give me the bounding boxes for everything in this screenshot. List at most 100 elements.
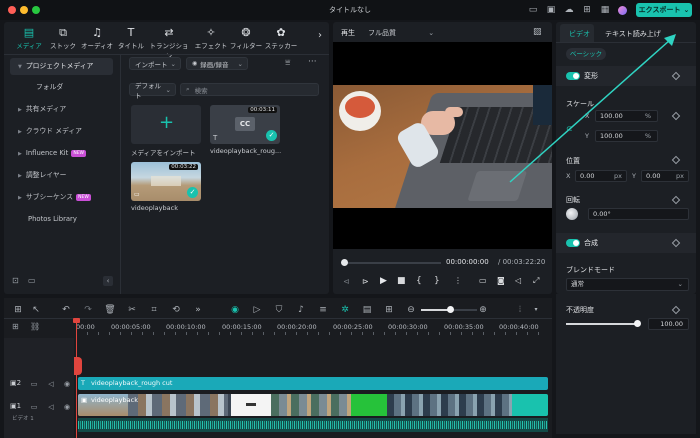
tab-stock[interactable]: ⧉ ストック <box>44 26 82 54</box>
layout-icon[interactable]: ▭ <box>528 5 538 15</box>
folder-icon[interactable]: ▭ <box>29 379 39 389</box>
rotation-dial[interactable] <box>566 208 578 220</box>
more-icon[interactable]: ⋮ <box>454 276 462 285</box>
sidebar-item-cloud-media[interactable]: ▶ クラウド メディア <box>10 123 113 140</box>
undo-icon[interactable]: ↶ <box>60 304 72 316</box>
search-input[interactable]: ⌕ 検索 <box>180 83 319 96</box>
camera-icon[interactable]: ◙ <box>497 276 505 285</box>
microphone-icon[interactable]: ♪ <box>295 304 307 316</box>
eye-icon[interactable]: ◉ <box>62 402 72 412</box>
media-item-rough-cut[interactable]: 00:03:11 CC T ✓ <box>210 105 280 144</box>
cut-icon[interactable]: ✂ <box>126 304 138 316</box>
sidebar-item-adjustment-layer[interactable]: ▶ 調整レイヤー <box>10 167 113 184</box>
delete-icon[interactable]: 🗑 <box>104 304 116 316</box>
collapse-sidebar-button[interactable]: ‹ <box>103 276 113 286</box>
duration-badge: 00:03:22 <box>169 164 198 170</box>
auto-ripple-icon[interactable]: ◉ <box>229 304 241 316</box>
quality-dropdown[interactable]: フル品質 ⌄ <box>368 28 434 38</box>
cloud-upload-icon[interactable]: ☁ <box>564 5 574 15</box>
list-icon[interactable]: ≡ <box>317 304 329 316</box>
sidebar-item-influence-kit[interactable]: ▶ Influence Kit NEW <box>10 145 113 162</box>
add-track-icon[interactable]: ⊞ <box>12 322 19 331</box>
speaker-icon[interactable]: ◁ <box>46 379 56 389</box>
audio-waveform[interactable] <box>78 418 548 432</box>
speed-icon[interactable]: ⟲ <box>170 304 182 316</box>
save-icon[interactable]: ▣ <box>546 5 556 15</box>
import-media-tile[interactable]: + <box>131 105 201 144</box>
more-tools-icon[interactable]: » <box>192 304 204 316</box>
blend-mode-dropdown[interactable]: 通常 ⌄ <box>566 278 689 291</box>
split-screen-icon[interactable]: ▤ <box>361 304 373 316</box>
speaker-icon[interactable]: ◁ <box>46 402 56 412</box>
crop-icon[interactable]: ⌗ <box>148 304 160 316</box>
playhead-marker <box>74 357 82 375</box>
sort-dropdown[interactable]: デフォルト ⌄ <box>129 82 176 100</box>
step-back-icon[interactable]: ⊳ <box>362 277 369 286</box>
tab-sticker[interactable]: ✿ ステッカー <box>262 26 300 54</box>
import-dropdown[interactable]: インポート ⌄ <box>129 57 181 70</box>
play-circle-icon[interactable]: ▷ <box>251 304 263 316</box>
playhead[interactable] <box>76 320 77 438</box>
media-item-videoplayback[interactable]: 00:03:22 ▭ ✓ <box>131 162 201 201</box>
ruler-label: 00:00:15:00 <box>222 323 262 331</box>
filter-sort-icon[interactable]: ⩸ <box>285 58 290 68</box>
select-tool-icon[interactable]: ↖ <box>30 304 42 316</box>
ruler-label: 00:00:25:00 <box>333 323 373 331</box>
grid-icon[interactable]: ▦ <box>600 5 610 15</box>
chevron-down-icon[interactable]: ▾ <box>530 304 542 316</box>
snap-icon[interactable]: ✲ <box>339 304 351 316</box>
link-icon[interactable]: ⛓ <box>30 322 40 331</box>
eye-icon[interactable]: ◉ <box>62 379 72 389</box>
composite-toggle[interactable] <box>566 239 580 247</box>
avatar[interactable] <box>618 6 627 15</box>
tab-media[interactable]: ▤ メディア <box>10 26 48 54</box>
folder-icon[interactable]: ▭ <box>29 402 39 412</box>
gift-icon[interactable]: ⊞ <box>582 5 592 15</box>
clip-label: videoplayback <box>91 396 138 404</box>
prev-frame-icon[interactable]: ⊲ <box>343 277 350 286</box>
opacity-field[interactable]: 100.00 <box>648 318 689 330</box>
zoom-in-icon[interactable]: ⊕ <box>477 304 489 316</box>
tab-audio[interactable]: ♫ オーディオ <box>78 26 116 54</box>
redo-icon[interactable]: ↷ <box>82 304 94 316</box>
title-clip[interactable]: T videoplayback_rough cut <box>78 377 548 390</box>
video-clip[interactable]: ▣ videoplayback <box>78 394 548 416</box>
playback-scrubber[interactable] <box>343 262 441 264</box>
shield-icon[interactable]: ⛉ <box>273 304 285 316</box>
sidebar-item-photos-library[interactable]: Photos Library <box>10 211 113 228</box>
sidebar-item-project-media[interactable]: ▼ プロジェクトメディア <box>10 58 113 75</box>
chevron-right-icon[interactable]: › <box>318 30 322 41</box>
opacity-slider-handle[interactable] <box>634 320 641 327</box>
zoom-out-icon[interactable]: ⊖ <box>405 304 417 316</box>
sidebar-item-subsequence[interactable]: ▶ サブシーケンス NEW <box>10 189 113 206</box>
volume-icon[interactable]: ◁ <box>515 276 521 285</box>
mark-in-icon[interactable]: { <box>416 276 422 286</box>
mark-out-icon[interactable]: } <box>434 276 440 286</box>
stop-icon[interactable]: ■ <box>397 276 406 286</box>
opacity-slider-track[interactable] <box>566 323 638 325</box>
monitor-icon[interactable]: ▭ <box>479 276 487 285</box>
folder-icon[interactable]: ▭ <box>28 276 36 285</box>
player-tab[interactable]: 再生 <box>341 28 355 38</box>
tab-title[interactable]: T タイトル <box>112 26 150 54</box>
record-dropdown[interactable]: ◉ 録画/録音 ⌄ <box>186 57 248 70</box>
tab-filter[interactable]: ❂ フィルター <box>227 26 265 54</box>
playhead-handle[interactable] <box>73 318 80 323</box>
tab-effect[interactable]: ✧ エフェクト <box>192 26 230 54</box>
column-layout-icon[interactable]: ⦙ <box>514 304 526 316</box>
total-time: / 00:03:22:20 <box>498 258 546 266</box>
layout-grid-icon[interactable]: ⊞ <box>12 304 24 316</box>
fullscreen-icon[interactable]: ⤢ <box>533 276 539 286</box>
rotation-field[interactable]: 0.00° <box>588 208 689 220</box>
new-folder-icon[interactable]: ⊡ <box>12 276 19 285</box>
grid-view-icon[interactable]: ⊞ <box>383 304 395 316</box>
sidebar-item-shared-media[interactable]: ▶ 共有メディア <box>10 101 113 118</box>
scrubber-handle[interactable] <box>341 259 348 266</box>
zoom-slider-handle[interactable] <box>447 306 454 313</box>
tab-transition[interactable]: ⇄ トランジション <box>148 26 190 60</box>
play-icon[interactable]: ▶ <box>380 276 387 286</box>
more-icon[interactable]: ··· <box>308 57 317 67</box>
sidebar-item-folder[interactable]: フォルダ <box>10 79 113 96</box>
new-badge: NEW <box>76 193 91 201</box>
export-button[interactable]: エクスポート ⌄ <box>636 3 692 17</box>
